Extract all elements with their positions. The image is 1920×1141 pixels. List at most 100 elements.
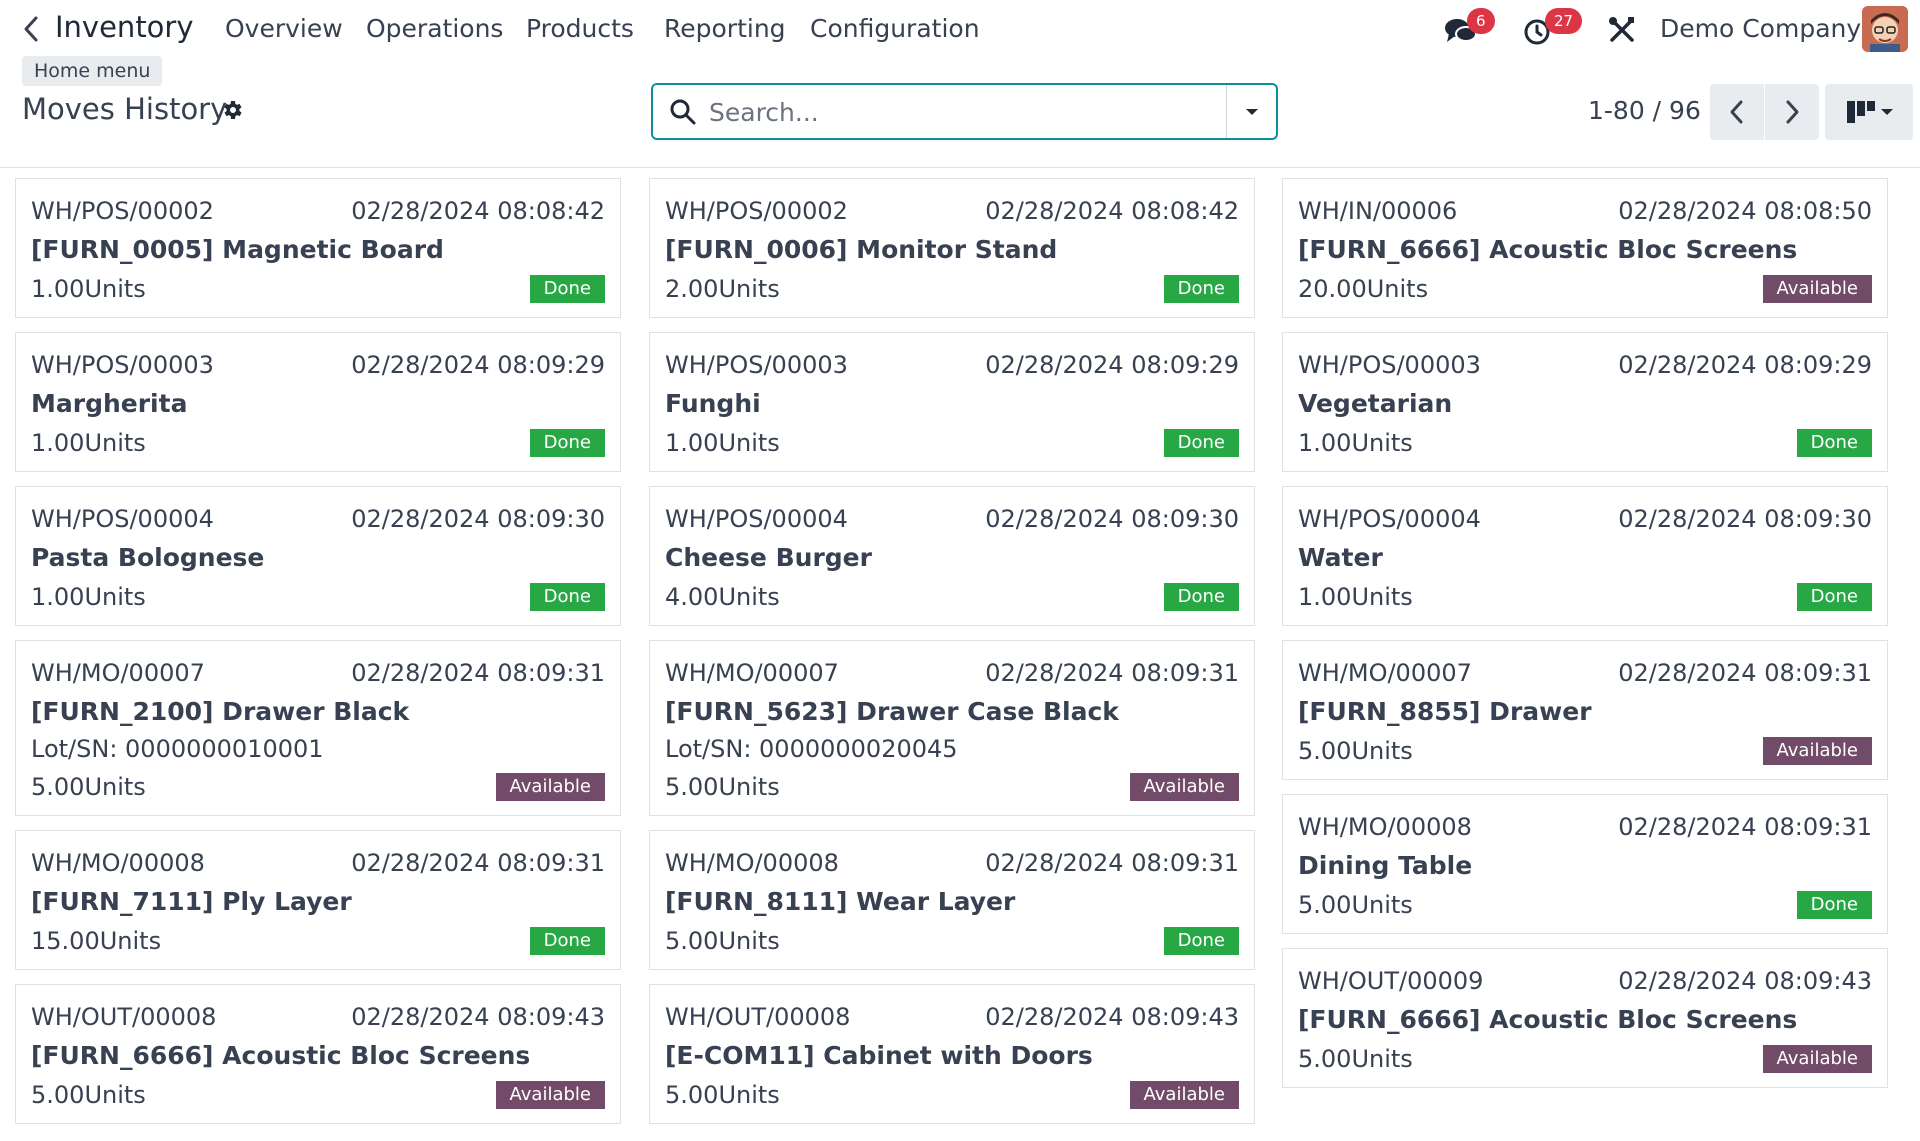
move-card[interactable]: WH/POS/00002 02/28/2024 08:08:42 [FURN_000… xyxy=(649,178,1255,318)
move-card[interactable]: WH/POS/00004 02/28/2024 08:09:30 Pasta Bol… xyxy=(15,486,621,626)
product-name: Vegetarian xyxy=(1298,389,1453,418)
move-card[interactable]: WH/MO/00007 02/28/2024 08:09:31 [FURN_5623… xyxy=(649,640,1255,816)
move-card[interactable]: WH/MO/00007 02/28/2024 08:09:31 [FURN_8855… xyxy=(1282,640,1888,780)
company-switcher[interactable]: Demo Company xyxy=(1660,14,1861,43)
view-switcher-button[interactable] xyxy=(1825,84,1913,140)
menu-products[interactable]: Products xyxy=(526,14,634,43)
activities-badge: 27 xyxy=(1545,8,1583,34)
move-date: 02/28/2024 08:08:50 xyxy=(1618,197,1872,225)
kanban-column-1: WH/POS/00002 02/28/2024 08:08:42 [FURN_000… xyxy=(15,178,621,1138)
search-input[interactable] xyxy=(709,93,1209,131)
move-date: 02/28/2024 08:09:30 xyxy=(985,505,1239,533)
product-name: Funghi xyxy=(665,389,761,418)
move-reference: WH/POS/00003 xyxy=(1298,351,1481,379)
status-badge: Available xyxy=(1129,1081,1239,1109)
move-card[interactable]: WH/MO/00008 02/28/2024 08:09:31 [FURN_7111… xyxy=(15,830,621,970)
menu-configuration[interactable]: Configuration xyxy=(810,14,980,43)
back-arrow-icon[interactable] xyxy=(18,12,46,46)
tools-icon[interactable] xyxy=(1607,15,1637,45)
search-box[interactable] xyxy=(651,83,1278,140)
home-menu-tooltip: Home menu xyxy=(22,56,163,86)
move-card[interactable]: WH/POS/00002 02/28/2024 08:08:42 [FURN_000… xyxy=(15,178,621,318)
quantity: 4.00Units xyxy=(665,583,780,611)
status-badge: Available xyxy=(495,773,605,801)
move-card[interactable]: WH/IN/00006 02/28/2024 08:08:50 [FURN_6666… xyxy=(1282,178,1888,318)
menu-overview[interactable]: Overview xyxy=(225,14,343,43)
quantity: 1.00Units xyxy=(31,429,146,457)
status-badge: Available xyxy=(1762,275,1872,303)
product-name: Water xyxy=(1298,543,1383,572)
quantity: 5.00Units xyxy=(1298,737,1413,765)
move-reference: WH/OUT/00008 xyxy=(31,1003,217,1031)
kanban-view-icon xyxy=(1847,101,1893,123)
move-card[interactable]: WH/MO/00008 02/28/2024 08:09:31 Dining Tab… xyxy=(1282,794,1888,934)
product-name: Pasta Bolognese xyxy=(31,543,265,572)
move-card[interactable]: WH/POS/00004 02/28/2024 08:09:30 Cheese Bu… xyxy=(649,486,1255,626)
product-name: [FURN_6666] Acoustic Bloc Screens xyxy=(1298,1005,1798,1034)
product-name: [FURN_8111] Wear Layer xyxy=(665,887,1016,916)
move-card[interactable]: WH/POS/00003 02/28/2024 08:09:29 Margherit… xyxy=(15,332,621,472)
quantity: 1.00Units xyxy=(31,583,146,611)
product-name: [FURN_7111] Ply Layer xyxy=(31,887,352,916)
move-reference: WH/MO/00008 xyxy=(1298,813,1472,841)
move-reference: WH/POS/00004 xyxy=(665,505,848,533)
product-name: [FURN_6666] Acoustic Bloc Screens xyxy=(1298,235,1798,264)
move-card[interactable]: WH/POS/00003 02/28/2024 08:09:29 Vegetaria… xyxy=(1282,332,1888,472)
status-badge: Done xyxy=(1796,583,1872,611)
move-reference: WH/MO/00007 xyxy=(665,659,839,687)
move-date: 02/28/2024 08:09:29 xyxy=(351,351,605,379)
move-date: 02/28/2024 08:09:31 xyxy=(351,659,605,687)
status-badge: Done xyxy=(529,429,605,457)
move-card[interactable]: WH/MO/00007 02/28/2024 08:09:31 [FURN_2100… xyxy=(15,640,621,816)
status-badge: Done xyxy=(529,275,605,303)
move-card[interactable]: WH/OUT/00008 02/28/2024 08:09:43 [E-COM11]… xyxy=(649,984,1255,1124)
move-date: 02/28/2024 08:09:31 xyxy=(1618,813,1872,841)
move-date: 02/28/2024 08:09:30 xyxy=(351,505,605,533)
product-name: [FURN_8855] Drawer xyxy=(1298,697,1592,726)
move-reference: WH/MO/00007 xyxy=(1298,659,1472,687)
move-reference: WH/MO/00008 xyxy=(31,849,205,877)
menu-operations[interactable]: Operations xyxy=(366,14,503,43)
messages-badge: 6 xyxy=(1467,8,1495,34)
quantity: 1.00Units xyxy=(665,429,780,457)
move-date: 02/28/2024 08:09:31 xyxy=(1618,659,1872,687)
move-card[interactable]: WH/POS/00003 02/28/2024 08:09:29 Funghi 1.0… xyxy=(649,332,1255,472)
search-options-toggle[interactable] xyxy=(1226,85,1276,138)
move-card[interactable]: WH/MO/00008 02/28/2024 08:09:31 [FURN_8111… xyxy=(649,830,1255,970)
pager-value[interactable]: 1-80 / 96 xyxy=(1588,96,1701,125)
kanban-column-2: WH/POS/00002 02/28/2024 08:08:42 [FURN_000… xyxy=(649,178,1255,1138)
move-card[interactable]: WH/OUT/00009 02/28/2024 08:09:43 [FURN_666… xyxy=(1282,948,1888,1088)
move-card[interactable]: WH/POS/00004 02/28/2024 08:09:30 Water 1.00… xyxy=(1282,486,1888,626)
status-badge: Available xyxy=(1762,737,1872,765)
header-divider xyxy=(0,167,1920,168)
page-title: Moves History xyxy=(22,92,228,126)
move-card[interactable]: WH/OUT/00008 02/28/2024 08:09:43 [FURN_666… xyxy=(15,984,621,1124)
status-badge: Done xyxy=(1163,927,1239,955)
status-badge: Available xyxy=(1129,773,1239,801)
product-name: [FURN_0005] Magnetic Board xyxy=(31,235,444,264)
search-icon xyxy=(669,98,697,126)
move-reference: WH/POS/00002 xyxy=(31,197,214,225)
move-reference: WH/POS/00002 xyxy=(665,197,848,225)
status-badge: Done xyxy=(1796,891,1872,919)
quantity: 5.00Units xyxy=(665,927,780,955)
lot-serial-number: Lot/SN: 0000000020045 xyxy=(665,735,958,763)
move-reference: WH/MO/00007 xyxy=(31,659,205,687)
quantity: 5.00Units xyxy=(665,773,780,801)
quantity: 5.00Units xyxy=(31,1081,146,1109)
app-title[interactable]: Inventory xyxy=(55,10,194,44)
status-badge: Done xyxy=(1163,583,1239,611)
pager-previous-button[interactable] xyxy=(1710,84,1764,140)
move-date: 02/28/2024 08:09:43 xyxy=(1618,967,1872,995)
pager-next-button[interactable] xyxy=(1765,84,1819,140)
status-badge: Available xyxy=(1762,1045,1872,1073)
move-date: 02/28/2024 08:09:31 xyxy=(351,849,605,877)
move-date: 02/28/2024 08:09:29 xyxy=(985,351,1239,379)
quantity: 15.00Units xyxy=(31,927,162,955)
menu-reporting[interactable]: Reporting xyxy=(664,14,786,43)
user-avatar[interactable] xyxy=(1862,6,1908,52)
chevron-right-icon xyxy=(1786,100,1799,124)
move-date: 02/28/2024 08:09:43 xyxy=(351,1003,605,1031)
gear-icon[interactable] xyxy=(220,98,244,122)
quantity: 20.00Units xyxy=(1298,275,1429,303)
